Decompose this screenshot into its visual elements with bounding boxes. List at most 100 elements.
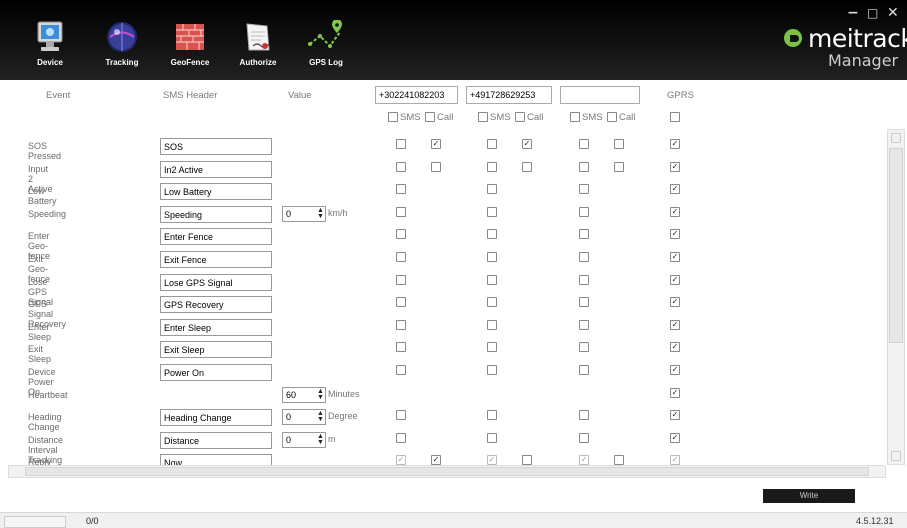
vertical-scroll-thumb[interactable]	[889, 148, 903, 343]
row-p2s-checkbox[interactable]	[487, 139, 497, 149]
sms-header-field[interactable]: SOS	[160, 138, 272, 155]
row-p1s-checkbox[interactable]	[396, 252, 406, 262]
phone-number-field-3[interactable]	[560, 86, 640, 104]
row-p1s-checkbox[interactable]	[396, 297, 406, 308]
sms-header-field[interactable]: Enter Sleep	[160, 318, 272, 336]
row-p1c-checkbox[interactable]	[431, 161, 441, 172]
row-p3s-checkbox[interactable]	[579, 297, 589, 308]
row-gprs-checkbox[interactable]: ✓	[670, 139, 680, 149]
row-p1s-checkbox[interactable]	[396, 161, 406, 172]
row-p1s-checkbox[interactable]	[396, 410, 406, 421]
row-gprs-checkbox[interactable]: ✓	[670, 252, 680, 262]
row-p1c-checkbox[interactable]: ✓	[431, 455, 441, 466]
sms-header-field[interactable]: Heading Change	[160, 409, 272, 427]
value-stepper[interactable]: 0 ▲▼	[282, 409, 326, 426]
row-p1s-checkbox[interactable]	[396, 229, 406, 240]
row-p2s-checkbox[interactable]	[487, 432, 497, 443]
sms-header-field[interactable]: Distance	[160, 431, 272, 449]
row-p2s-checkbox[interactable]	[487, 297, 497, 308]
row-p3s-checkbox[interactable]	[579, 342, 589, 353]
row-p1c-checkbox[interactable]: ✓	[431, 139, 441, 149]
header-phone3-call-checkbox[interactable]	[607, 112, 617, 122]
row-p3s-checkbox[interactable]	[579, 410, 589, 421]
sms-header-field[interactable]: GPS Recovery	[160, 296, 272, 314]
row-p2s-checkbox[interactable]: ✓	[487, 455, 497, 466]
header-phone1-call-checkbox[interactable]	[425, 112, 435, 122]
row-p2s-checkbox[interactable]	[487, 342, 497, 353]
row-p3s-checkbox[interactable]	[579, 184, 589, 195]
scroll-up-icon[interactable]	[891, 133, 901, 143]
row-p3s-checkbox[interactable]	[579, 161, 589, 172]
row-p3s-checkbox[interactable]	[579, 206, 589, 217]
row-p3s-checkbox[interactable]	[579, 139, 589, 149]
row-p1s-checkbox[interactable]	[396, 365, 406, 375]
stepper-arrows-icon[interactable]: ▲▼	[317, 388, 324, 401]
toolbar-authorize-button[interactable]: Authorize	[228, 20, 288, 74]
row-gprs-checkbox[interactable]: ✓	[670, 297, 680, 308]
row-p3c-checkbox[interactable]	[614, 161, 624, 172]
row-gprs-checkbox[interactable]: ✓	[670, 342, 680, 353]
maximize-button[interactable]: □	[867, 6, 878, 20]
horizontal-scroll-thumb[interactable]	[25, 467, 869, 476]
sms-header-field[interactable]: In2 Active	[160, 160, 272, 178]
row-p1s-checkbox[interactable]	[396, 432, 406, 443]
sms-header-field[interactable]: Lose GPS Signal	[160, 273, 272, 291]
row-gprs-checkbox[interactable]: ✓	[670, 455, 680, 466]
header-phone2-call-checkbox[interactable]	[515, 112, 525, 122]
row-p2s-checkbox[interactable]	[487, 206, 497, 217]
horizontal-scrollbar[interactable]	[8, 465, 886, 478]
row-gprs-checkbox[interactable]: ✓	[670, 184, 680, 195]
row-p3c-checkbox[interactable]	[614, 139, 624, 149]
row-gprs-checkbox[interactable]: ✓	[670, 274, 680, 285]
row-p2c-checkbox[interactable]	[522, 161, 532, 172]
row-p2s-checkbox[interactable]	[487, 410, 497, 421]
toolbar-gpslog-button[interactable]: GPS Log	[296, 20, 356, 74]
toolbar-geofence-button[interactable]: GeoFence	[160, 20, 220, 74]
sms-header-field[interactable]: Enter Fence	[160, 228, 272, 246]
value-stepper[interactable]: 0 ▲▼	[282, 431, 326, 448]
stepper-arrows-icon[interactable]: ▲▼	[317, 433, 324, 446]
vertical-scrollbar[interactable]	[887, 129, 905, 465]
row-p2s-checkbox[interactable]	[487, 365, 497, 375]
row-p2s-checkbox[interactable]	[487, 161, 497, 172]
sms-header-field[interactable]: Low Battery	[160, 183, 272, 201]
scroll-right-icon[interactable]	[874, 467, 883, 476]
row-gprs-checkbox[interactable]: ✓	[670, 410, 680, 421]
row-p3s-checkbox[interactable]	[579, 365, 589, 375]
row-p2s-checkbox[interactable]	[487, 319, 497, 330]
value-stepper[interactable]: 0 ▲▼	[282, 205, 326, 222]
value-stepper[interactable]: 60 ▲▼	[282, 386, 326, 403]
phone-number-field-1[interactable]: +302241082203	[375, 86, 458, 104]
header-gprs-checkbox[interactable]	[670, 112, 680, 122]
row-gprs-checkbox[interactable]: ✓	[670, 387, 680, 398]
row-p2c-checkbox[interactable]: ✓	[522, 139, 532, 149]
stepper-arrows-icon[interactable]: ▲▼	[317, 207, 324, 220]
toolbar-device-button[interactable]: Device	[20, 20, 80, 74]
scroll-down-icon[interactable]	[891, 451, 901, 461]
row-gprs-checkbox[interactable]: ✓	[670, 161, 680, 172]
stepper-arrows-icon[interactable]: ▲▼	[317, 410, 324, 423]
row-p2s-checkbox[interactable]	[487, 252, 497, 262]
row-p1s-checkbox[interactable]	[396, 319, 406, 330]
minimize-button[interactable]: −	[847, 6, 859, 20]
row-p1s-checkbox[interactable]: ✓	[396, 455, 406, 466]
row-p2s-checkbox[interactable]	[487, 184, 497, 195]
row-p1s-checkbox[interactable]	[396, 274, 406, 285]
close-button[interactable]: ✕	[887, 6, 899, 20]
toolbar-tracking-button[interactable]: Tracking	[92, 20, 152, 74]
phone-number-field-2[interactable]: +491728629253	[466, 86, 552, 104]
row-p3s-checkbox[interactable]	[579, 432, 589, 443]
row-p1s-checkbox[interactable]	[396, 342, 406, 353]
sms-header-field[interactable]: Exit Fence	[160, 251, 272, 268]
row-p3s-checkbox[interactable]	[579, 229, 589, 240]
sms-header-field[interactable]: Speeding	[160, 205, 272, 223]
header-phone1-sms-checkbox[interactable]	[388, 112, 398, 122]
sms-header-field[interactable]: Exit Sleep	[160, 341, 272, 359]
scroll-left-icon[interactable]	[11, 467, 20, 476]
row-p3c-checkbox[interactable]	[614, 455, 624, 466]
row-p2s-checkbox[interactable]	[487, 229, 497, 240]
row-gprs-checkbox[interactable]: ✓	[670, 365, 680, 375]
row-p3s-checkbox[interactable]	[579, 274, 589, 285]
row-gprs-checkbox[interactable]: ✓	[670, 319, 680, 330]
row-p3s-checkbox[interactable]	[579, 319, 589, 330]
